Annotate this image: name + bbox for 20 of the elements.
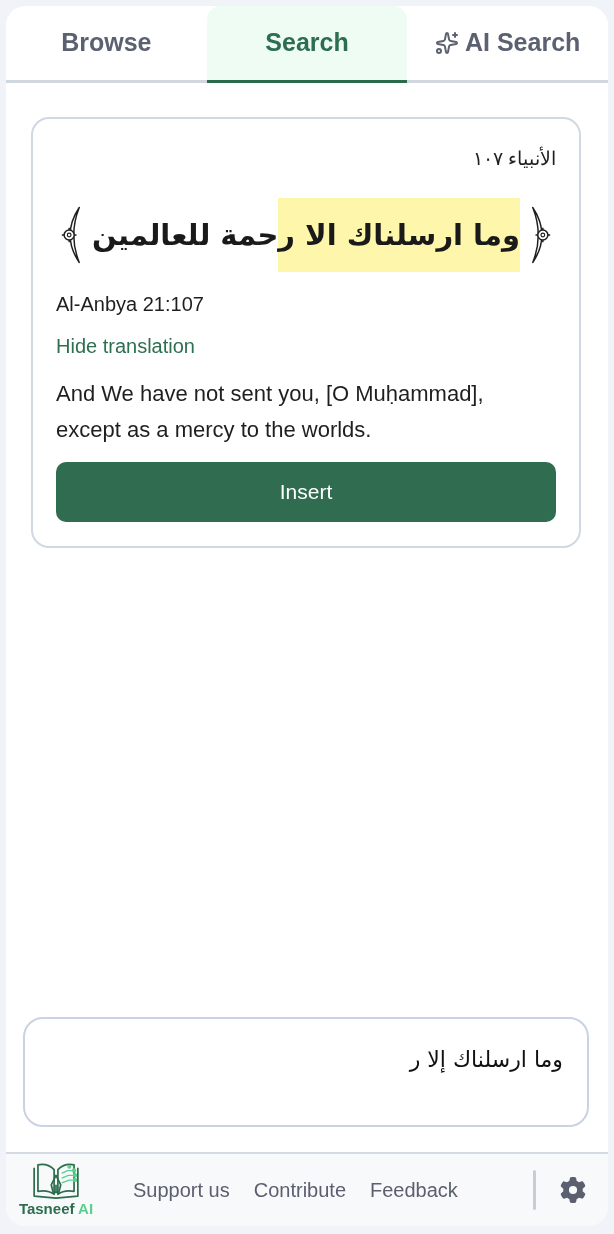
ornate-bracket-icon [60, 205, 82, 265]
search-input[interactable]: وما ارسلناك إلا ر [23, 1017, 589, 1127]
logo-text: Tasneef AI [18, 1200, 94, 1218]
highlighted-verse-text: وما ارسلناك الا ر [278, 198, 520, 272]
tab[interactable]: AI Search [407, 6, 608, 83]
settings-button[interactable] [560, 1177, 586, 1203]
tab[interactable]: Browse [6, 6, 207, 83]
insert-button[interactable]: Insert [56, 462, 556, 522]
open-book-pen-icon [31, 1162, 81, 1200]
sparkle-icon [435, 31, 459, 55]
verse-citation: Al-Anbya 21:107 [56, 292, 204, 317]
hide-translation-link[interactable]: Hide translation [56, 332, 195, 360]
ornate-bracket-icon [530, 205, 552, 265]
translation-text: And We have not sent you, [O Muḥammad], except as a mercy to the worlds. [56, 380, 485, 444]
footer-link[interactable]: Contribute [253, 1175, 346, 1205]
settings-icon [560, 1177, 586, 1203]
surah-reference: الأنبياء ١٠٧ [472, 145, 556, 171]
footer-link[interactable]: Support us [133, 1175, 230, 1205]
tab[interactable]: Search [206, 6, 408, 83]
footer-link[interactable]: Feedback [370, 1175, 458, 1205]
